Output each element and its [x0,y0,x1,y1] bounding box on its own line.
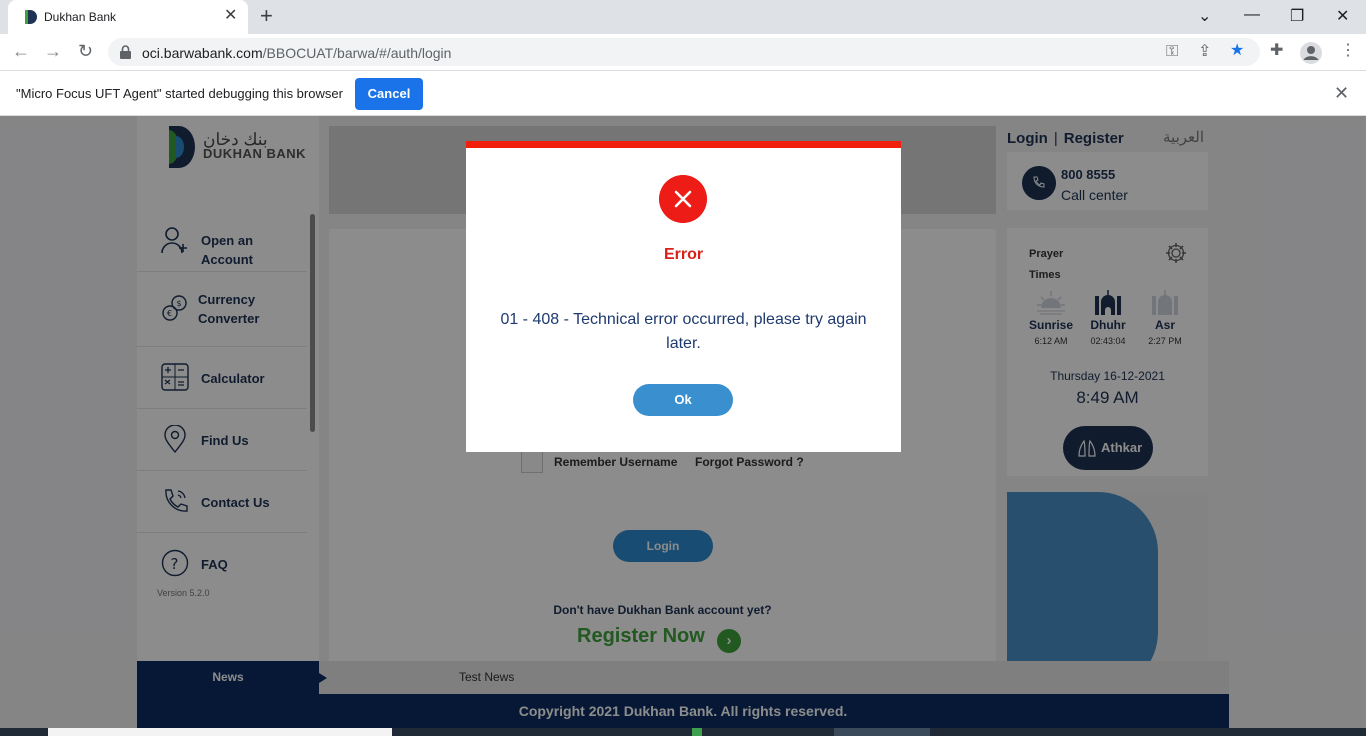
taskbar-selected-app[interactable] [834,728,930,736]
share-icon[interactable]: ⇪ [1198,43,1211,61]
error-x-icon [659,175,707,223]
browser-menu-icon[interactable]: ⋮ [1340,42,1356,60]
forward-icon[interactable]: → [44,42,62,60]
os-taskbar [0,728,1366,736]
infobar-close-icon[interactable]: ✕ [1334,83,1349,104]
ok-button[interactable]: Ok [633,384,733,416]
tab-close-icon[interactable]: ✕ [224,8,237,24]
window-close-icon[interactable]: ✕ [1336,6,1349,26]
lock-icon [120,45,131,59]
browser-tab[interactable]: Dukhan Bank ✕ [8,0,248,34]
restore-icon[interactable]: ❐ [1290,6,1304,26]
taskbar-active-indicator [692,728,702,736]
key-icon[interactable]: ⚿ [1166,43,1178,61]
address-bar[interactable]: oci.barwabank.com/BBOCUAT/barwa/#/auth/l… [108,38,1260,66]
reload-icon[interactable]: ↻ [78,42,93,60]
error-message: 01 - 408 - Technical error occurred, ple… [500,311,867,352]
error-title: Error [663,246,704,263]
dukhan-favicon-icon [25,10,37,24]
bookmark-star-icon[interactable]: ★ [1230,42,1244,60]
infobar-cancel-button[interactable]: Cancel [355,78,423,110]
debug-infobar: "Micro Focus UFT Agent" started debuggin… [0,70,1366,116]
tab-search-chevron-icon[interactable]: ⌄ [1198,6,1211,26]
profile-avatar-icon[interactable] [1300,42,1322,64]
minimize-icon[interactable]: — [1244,6,1260,24]
tab-title: Dukhan Bank [44,10,117,24]
browser-toolbar: ← → ↻ oci.barwabank.com/BBOCUAT/barwa/#/… [0,34,1366,70]
infobar-message: "Micro Focus UFT Agent" started debuggin… [16,86,343,101]
back-icon[interactable]: ← [12,42,30,60]
new-tab-icon[interactable]: + [260,5,273,27]
extensions-icon[interactable]: ✚ [1270,42,1283,60]
url-text: oci.barwabank.com/BBOCUAT/barwa/#/auth/l… [142,45,452,61]
taskbar-search-box[interactable] [48,728,392,736]
error-dialog: Error 01 - 408 - Technical error occurre… [466,141,901,452]
browser-tab-strip: Dukhan Bank ✕ + ⌄ — ❐ ✕ [0,0,1366,34]
